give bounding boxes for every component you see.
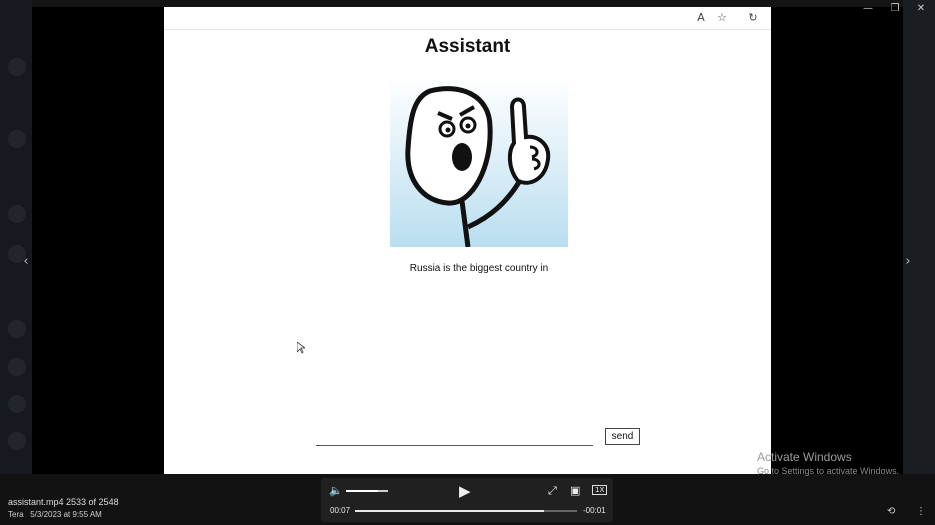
restore-icon[interactable]: ❐	[888, 3, 902, 14]
volume-icon[interactable]: 🔈	[329, 484, 343, 497]
elapsed-time: 00:07	[330, 506, 351, 515]
background-icon	[8, 395, 26, 413]
remaining-time: -00:01	[583, 506, 606, 515]
file-meta: Tera 5/3/2023 at 9:55 AM	[8, 510, 102, 519]
fullscreen-icon[interactable]: ⤢	[548, 484, 557, 498]
browser-toolbar: A ☆ ↻	[164, 7, 771, 30]
reader-mode-icon: A	[697, 11, 705, 24]
previous-icon[interactable]: ‹	[19, 254, 33, 269]
seek-bar[interactable]	[355, 510, 577, 512]
activation-watermark-title: Activate Windows	[757, 450, 852, 464]
file-name-counter: assistant.mp4 2533 of 2548	[8, 497, 119, 507]
background-icon	[8, 58, 26, 76]
favorite-icon: ☆	[717, 11, 727, 24]
mouse-cursor-icon	[297, 342, 305, 354]
video-player-controls: 🔈 ▶ ⤢ ▣ 1X 00:07 -00:01	[321, 478, 613, 522]
chat-input[interactable]	[316, 430, 593, 446]
picture-in-picture-icon[interactable]: ▣	[570, 484, 580, 497]
more-options-icon[interactable]: ⋮	[916, 506, 926, 517]
play-icon[interactable]: ▶	[459, 482, 471, 500]
minimize-icon[interactable]: —	[861, 3, 875, 14]
assistant-message: Russia is the biggest country in	[409, 263, 549, 274]
volume-level	[346, 490, 378, 492]
video-frame: A ☆ ↻ Assistant Russia is the biggest co…	[164, 7, 771, 474]
background-icon	[8, 358, 26, 376]
rotate-icon[interactable]: ⟲	[887, 506, 895, 517]
next-icon[interactable]: ›	[901, 254, 915, 269]
close-icon[interactable]: ✕	[914, 3, 928, 14]
background-top-strip	[32, 0, 903, 7]
seek-progress	[355, 510, 544, 512]
refresh-icon: ↻	[748, 11, 758, 24]
playback-speed-button[interactable]: 1X	[592, 485, 608, 495]
cartoon-character-image	[390, 77, 568, 247]
volume-slider[interactable]	[346, 490, 388, 492]
activation-watermark-subtitle: Go to Settings to activate Windows.	[757, 466, 900, 476]
background-icon	[8, 320, 26, 338]
page-title: Assistant	[424, 36, 511, 57]
background-icon	[8, 130, 26, 148]
send-button[interactable]: send	[605, 428, 640, 445]
background-icon	[8, 205, 26, 223]
background-icon	[8, 432, 26, 450]
